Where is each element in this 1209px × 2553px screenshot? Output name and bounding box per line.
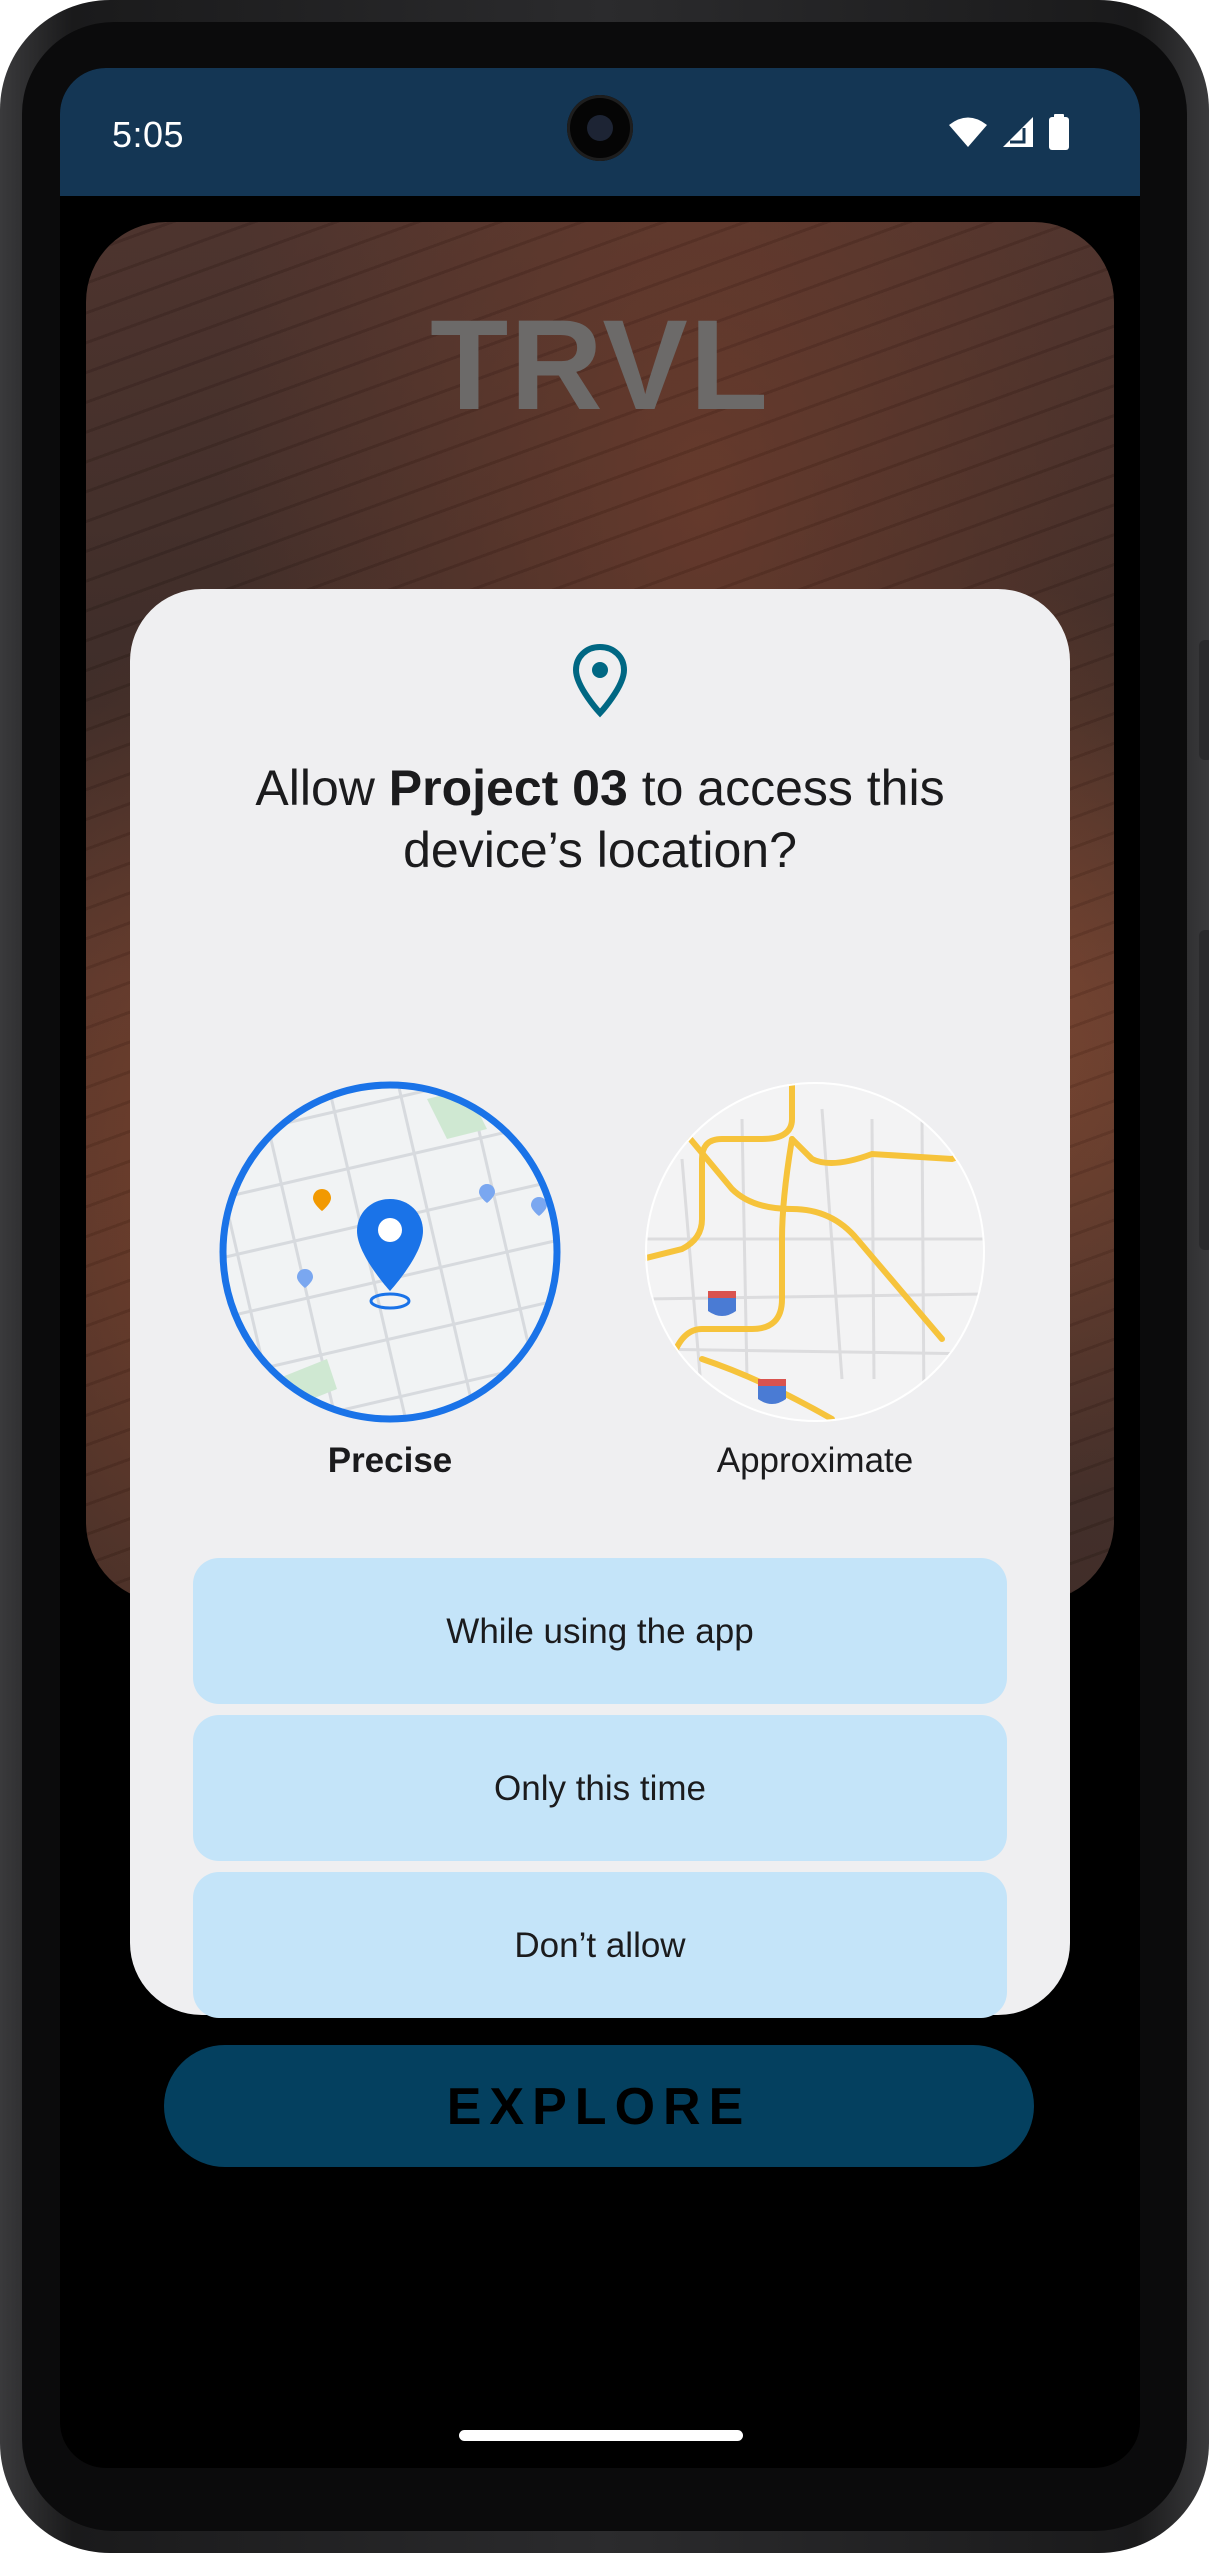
location-pin-icon: [572, 643, 628, 718]
dialog-title: Allow Project 03 to access this device’s…: [190, 757, 1010, 881]
app-logo-text: TRVL: [430, 294, 770, 437]
battery-icon: [1049, 114, 1069, 150]
screen: 5:05 TRVL EXPLORE Allow Project 03 to ac…: [60, 68, 1140, 2468]
status-icons: [948, 112, 1070, 152]
status-bar: 5:05: [60, 68, 1140, 196]
precise-location-option[interactable]: [217, 1079, 563, 1425]
dont-allow-button[interactable]: Don’t allow: [193, 1872, 1007, 2018]
while-using-app-button[interactable]: While using the app: [193, 1558, 1007, 1704]
title-prefix: Allow: [255, 760, 389, 816]
volume-button: [1199, 640, 1209, 760]
precise-map-icon: [219, 1081, 561, 1423]
only-this-time-button[interactable]: Only this time: [193, 1715, 1007, 1861]
gesture-nav-bar[interactable]: [459, 2430, 743, 2441]
status-time: 5:05: [112, 114, 185, 155]
signal-icon: [1003, 117, 1033, 147]
wifi-icon: [949, 117, 987, 147]
power-button: [1199, 930, 1209, 1250]
phone-frame: 5:05 TRVL EXPLORE Allow Project 03 to ac…: [0, 0, 1209, 2553]
approximate-location-option[interactable]: [642, 1079, 988, 1425]
precise-label: Precise: [327, 1441, 453, 1480]
app-name: Project 03: [388, 760, 628, 816]
approximate-label: Approximate: [716, 1441, 914, 1480]
explore-button[interactable]: EXPLORE: [164, 2045, 1034, 2167]
front-camera: [567, 95, 633, 161]
location-permission-dialog: Allow Project 03 to access this device’s…: [130, 589, 1070, 2018]
approximate-map-icon: [645, 1082, 985, 1422]
